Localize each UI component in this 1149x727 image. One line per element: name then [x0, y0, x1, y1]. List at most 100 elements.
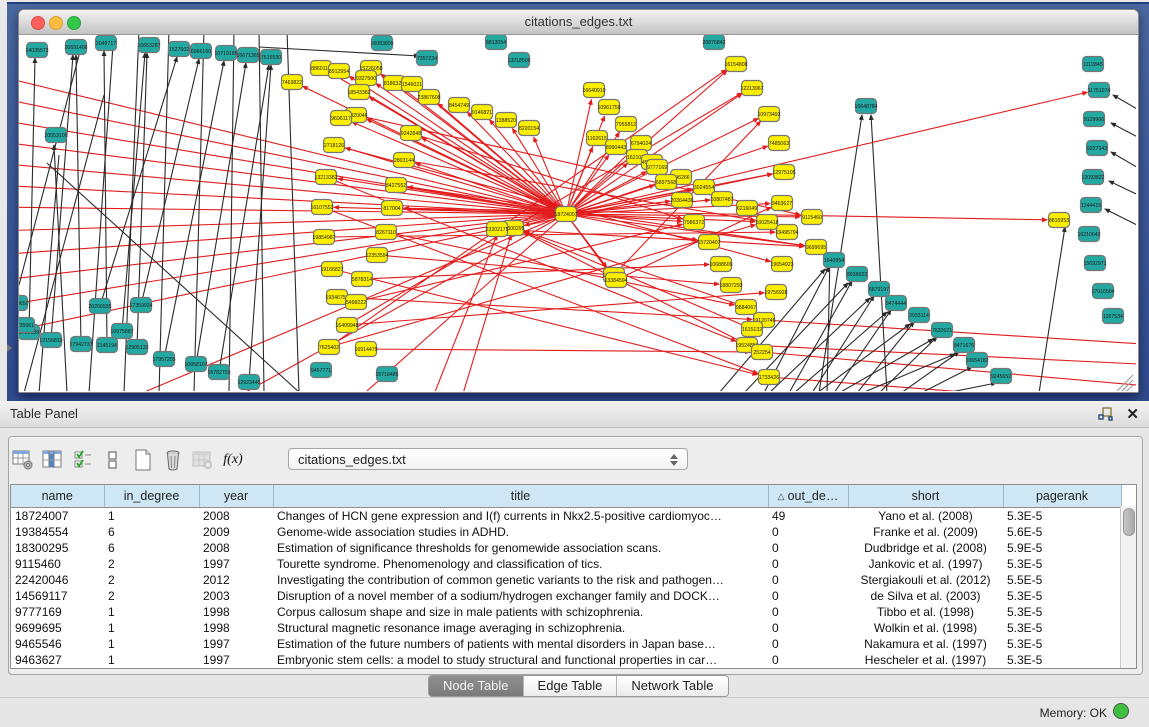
graph-node[interactable]: 14035573 — [25, 43, 48, 58]
table-cell[interactable]: Jankovic et al. (1997) — [848, 556, 1003, 572]
graph-node[interactable]: 10975887 — [110, 324, 133, 339]
table-mode-icon[interactable] — [10, 448, 36, 472]
graph-node[interactable]: 9696117 — [331, 111, 352, 126]
graph-node[interactable]: 19654923 — [770, 257, 793, 272]
graph-node[interactable]: 10958107 — [184, 357, 207, 372]
graph-node[interactable]: 16640910 — [582, 83, 605, 98]
table-cell[interactable]: Changes of HCN gene expression and I(f) … — [273, 508, 768, 525]
table-cell[interactable]: 1 — [104, 620, 199, 636]
table-cell[interactable]: 18300295 — [11, 540, 104, 556]
function-builder-icon[interactable]: f(x) — [220, 448, 246, 472]
graph-node[interactable]: 8813054 — [486, 35, 507, 50]
graph-node[interactable]: 12213967 — [740, 81, 763, 96]
table-cell[interactable]: 5.3E-5 — [1003, 636, 1121, 652]
table-cell[interactable]: 2003 — [199, 588, 273, 604]
graph-node[interactable]: 15692971 — [1083, 256, 1106, 271]
table-cell[interactable]: 9699695 — [11, 620, 104, 636]
graph-node[interactable]: 8471676 — [954, 338, 975, 353]
graph-node[interactable]: 19756928 — [764, 285, 787, 300]
table-cell[interactable]: Estimation of significance thresholds fo… — [273, 540, 768, 556]
graph-node[interactable]: 18543382 — [347, 85, 370, 100]
node-table-grid[interactable]: namein_degreeyeartitle△out_de…shortpager… — [11, 485, 1122, 668]
graph-node[interactable]: 8267110 — [376, 225, 397, 240]
table-cell[interactable]: 5.3E-5 — [1003, 588, 1121, 604]
graph-node[interactable]: 18807293 — [719, 278, 742, 293]
graph-node[interactable]: 9242848 — [401, 126, 422, 141]
table-cell[interactable]: 0 — [768, 556, 848, 572]
graph-node[interactable]: 1733426 — [759, 370, 780, 385]
table-cell[interactable]: 2 — [104, 572, 199, 588]
graph-node[interactable]: 16671365 — [236, 48, 259, 63]
table-cell[interactable]: 2012 — [199, 572, 273, 588]
graph-node[interactable]: 7986372 — [684, 215, 705, 230]
graph-node[interactable]: 10653287 — [137, 38, 160, 53]
network-window[interactable]: citations_edges.txt 14035573206914062049… — [18, 9, 1139, 393]
graph-node[interactable]: 9129966 — [1084, 112, 1105, 127]
graph-node[interactable]: 817004 — [382, 201, 403, 216]
graph-node[interactable]: 16782759 — [207, 365, 230, 380]
graph-node[interactable]: 20691406 — [64, 40, 87, 55]
graph-node[interactable]: 16648784 — [854, 99, 877, 114]
table-header-row[interactable]: namein_degreeyeartitle△out_de…shortpager… — [11, 485, 1121, 508]
graph-node[interactable]: 9327500 — [356, 71, 377, 86]
table-cell[interactable]: 2 — [104, 588, 199, 604]
graph-node[interactable]: 20553106 — [44, 128, 67, 143]
graph-node[interactable]: 13213382 — [314, 170, 337, 185]
table-cell[interactable]: 6 — [104, 540, 199, 556]
table-cell[interactable]: 0 — [768, 620, 848, 636]
table-row[interactable]: 946554611997Estimation of the future num… — [11, 636, 1121, 652]
graph-node[interactable]: 16083809 — [370, 36, 393, 51]
collapse-panel-arrow-icon[interactable] — [7, 344, 12, 352]
graph-node[interactable]: 9463627 — [772, 196, 793, 211]
graph-node[interactable]: 9699695 — [806, 240, 827, 255]
table-cell[interactable]: 18724007 — [11, 508, 104, 525]
graph-node[interactable]: 20876842 — [702, 35, 725, 50]
graph-node[interactable]: 16210643 — [1077, 227, 1100, 242]
graph-node[interactable]: 9884067 — [736, 300, 757, 315]
graph-node[interactable]: 1615132 — [742, 322, 763, 337]
column-header[interactable]: name — [11, 485, 104, 508]
graph-node[interactable]: 16154808 — [724, 57, 747, 72]
graph-node[interactable]: 17016504 — [1091, 284, 1114, 299]
graph-node[interactable]: 1167534 — [1103, 309, 1124, 324]
table-cell[interactable]: Genome-wide association studies in ADHD. — [273, 524, 768, 540]
table-cell[interactable]: 1998 — [199, 604, 273, 620]
select-columns-icon[interactable] — [40, 448, 66, 472]
table-row[interactable]: 911546021997Tourette syndrome. Phenomeno… — [11, 556, 1121, 572]
graph-node[interactable]: 13218506 — [507, 53, 530, 68]
graph-node[interactable]: 252254 — [752, 345, 773, 360]
graph-node[interactable]: 10025418 — [755, 215, 778, 230]
graph-node[interactable]: 5878314 — [352, 272, 373, 287]
table-row[interactable]: 977716911998Corpus callosum shape and si… — [11, 604, 1121, 620]
graph-node[interactable]: 1244415 — [1081, 198, 1102, 213]
graph-node[interactable]: 10973493 — [757, 107, 780, 122]
graph-node[interactable]: 15720407 — [697, 235, 720, 250]
graph-node[interactable]: 1546021 — [402, 77, 423, 92]
table-scrollbar-thumb[interactable] — [1123, 508, 1135, 536]
graph-node[interactable]: 10654182 — [965, 353, 988, 368]
table-cell[interactable]: 0 — [768, 572, 848, 588]
network-canvas[interactable]: 1403557320691406204971710653287152760269… — [19, 35, 1136, 391]
table-cell[interactable]: 1 — [104, 652, 199, 668]
graph-node[interactable]: 17359924 — [129, 298, 152, 313]
graph-node[interactable]: 8938923 — [847, 267, 868, 282]
table-cell[interactable]: 22420046 — [11, 572, 104, 588]
table-cell[interactable]: 5.3E-5 — [1003, 508, 1121, 525]
graph-node[interactable]: 23867608 — [417, 90, 440, 105]
table-cell[interactable]: 0 — [768, 652, 848, 668]
table-cell[interactable]: 5.3E-5 — [1003, 556, 1121, 572]
table-cell[interactable]: 49 — [768, 508, 848, 525]
table-cell[interactable]: Wolkin et al. (1998) — [848, 620, 1003, 636]
table-cell[interactable]: Stergiakouli et al. (2012) — [848, 572, 1003, 588]
column-header[interactable]: pagerank — [1003, 485, 1121, 508]
table-cell[interactable]: 0 — [768, 604, 848, 620]
graph-node[interactable]: 6897568 — [656, 175, 677, 190]
show-columns-checklist-icon[interactable] — [70, 448, 96, 472]
table-cell[interactable]: Franke et al. (2009) — [848, 524, 1003, 540]
table-cell[interactable]: 5.3E-5 — [1003, 652, 1121, 668]
table-cell[interactable]: Tourette syndrome. Phenomenology and cla… — [273, 556, 768, 572]
table-cell[interactable]: 0 — [768, 524, 848, 540]
table-row[interactable]: 969969511998Structural magnetic resonanc… — [11, 620, 1121, 636]
graph-node[interactable]: 15718485 — [375, 367, 398, 382]
graph-node[interactable]: 9115460 — [802, 210, 823, 225]
